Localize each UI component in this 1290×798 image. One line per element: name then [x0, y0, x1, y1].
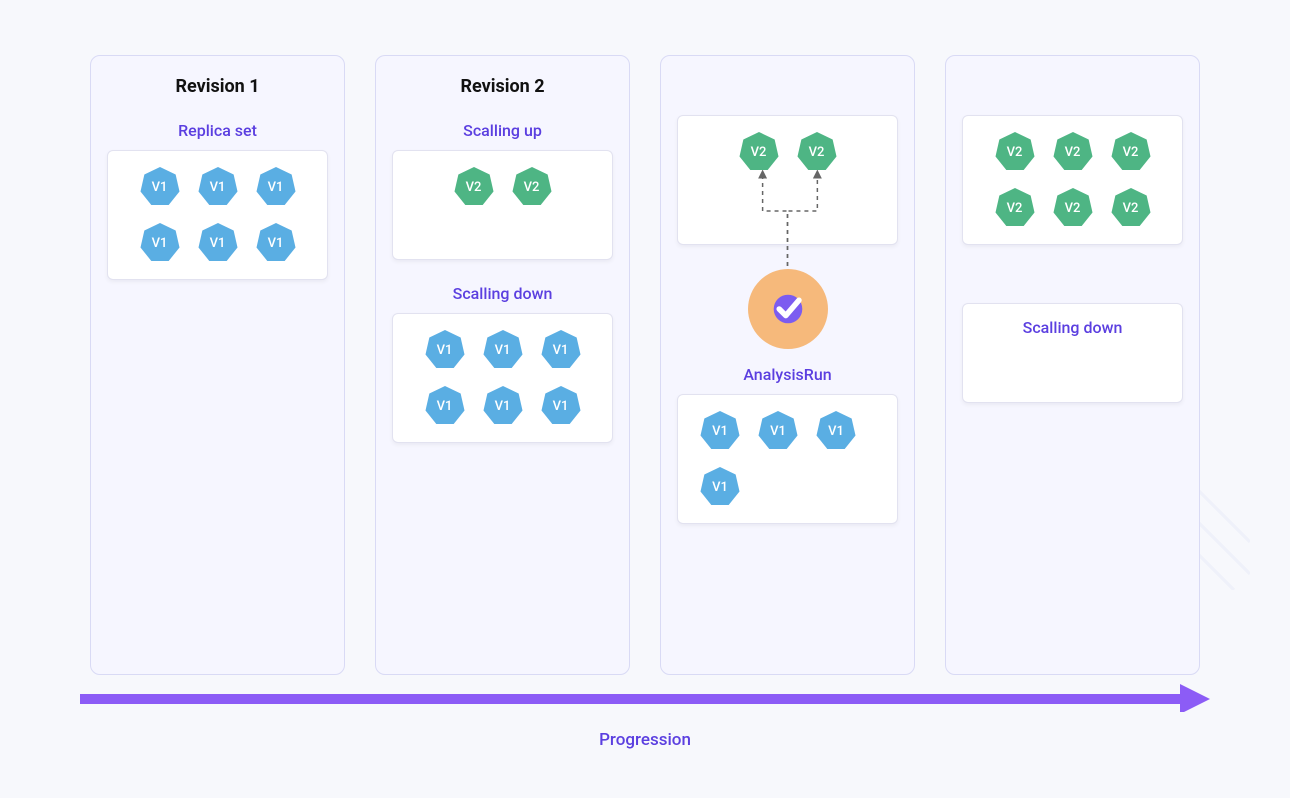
pod-v1: V1 — [698, 409, 742, 453]
analysis-success-badge — [748, 269, 828, 349]
pod-v2: V2 — [1109, 186, 1153, 230]
pod-v2: V2 — [737, 130, 781, 174]
pod-v1: V1 — [254, 165, 298, 209]
scaling-down-label: Scalling down — [1023, 318, 1123, 337]
pod-v1: V1 — [481, 384, 525, 428]
progression-label: Progression — [0, 730, 1290, 750]
pod-v2: V2 — [993, 186, 1037, 230]
analysis-column: V2 V2 AnalysisRun V1 V1 V1 V1 — [660, 55, 915, 675]
analysis-arrows — [678, 116, 897, 276]
pod-v2: V2 — [795, 130, 839, 174]
checkmark-icon — [766, 287, 810, 331]
column-title: Revision 2 — [460, 76, 544, 97]
pod-v1: V1 — [138, 165, 182, 209]
pod-v2: V2 — [1109, 130, 1153, 174]
pod-box-scaling-up: V2 V2 — [392, 150, 613, 260]
pod-v1: V1 — [698, 465, 742, 509]
section-label: AnalysisRun — [743, 365, 831, 384]
section-label: Scalling down — [453, 284, 553, 303]
progression-arrow — [80, 684, 1210, 712]
pod-box-scaling-down: V1 V1 V1 V1 V1 V1 — [392, 313, 613, 443]
pod-v1: V1 — [481, 328, 525, 372]
pod-v1: V1 — [254, 221, 298, 265]
pod-v2: V2 — [993, 130, 1037, 174]
pod-v1: V1 — [423, 384, 467, 428]
pod-box-scaling-down-empty: Scalling down — [962, 303, 1183, 403]
pod-box-v2-full: V2 V2 V2 V2 V2 V2 — [962, 115, 1183, 245]
pod-v2: V2 — [1051, 130, 1095, 174]
progression-columns: Revision 1 Replica set V1 V1 V1 V1 V1 V1 Revi… — [90, 55, 1200, 675]
column-title — [785, 76, 789, 97]
pod-v1: V1 — [423, 328, 467, 372]
pod-v1: V1 — [814, 409, 858, 453]
pod-v2: V2 — [510, 165, 554, 209]
revision-1-column: Revision 1 Replica set V1 V1 V1 V1 V1 V1 — [90, 55, 345, 675]
final-column: V2 V2 V2 V2 V2 V2 Scalling down — [945, 55, 1200, 675]
pod-v1: V1 — [196, 221, 240, 265]
pod-v1: V1 — [756, 409, 800, 453]
revision-2-column: Revision 2 Scalling up V2 V2 Scalling dow… — [375, 55, 630, 675]
pod-box-analysis-run: V1 V1 V1 V1 — [677, 394, 898, 524]
pod-v1: V1 — [539, 384, 583, 428]
pod-v1: V1 — [196, 165, 240, 209]
pod-v1: V1 — [138, 221, 182, 265]
section-label: Scalling up — [463, 121, 542, 140]
column-title — [1070, 76, 1074, 97]
column-title: Revision 1 — [175, 76, 259, 97]
section-label: Replica set — [178, 121, 257, 140]
pod-v2: V2 — [452, 165, 496, 209]
pod-box-replica-set: V1 V1 V1 V1 V1 V1 — [107, 150, 328, 280]
pod-box-v2-preview: V2 V2 — [677, 115, 898, 245]
pod-v2: V2 — [1051, 186, 1095, 230]
pod-v1: V1 — [539, 328, 583, 372]
